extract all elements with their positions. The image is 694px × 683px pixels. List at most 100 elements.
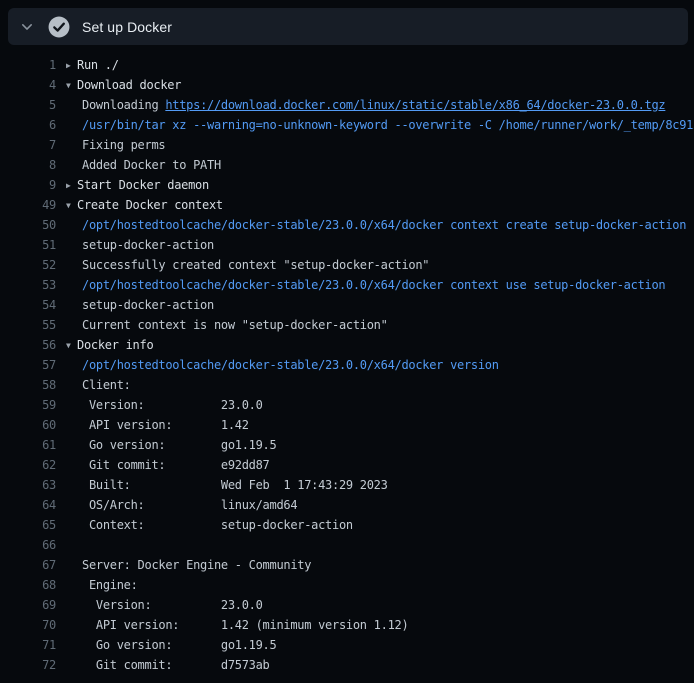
log: 1▶Run ./4▼Download docker5Downloading ht… xyxy=(0,45,694,683)
log-line: 71 Go version: go1.19.5 xyxy=(0,635,694,655)
log-text: Version: 23.0.0 xyxy=(82,598,263,612)
log-line: 62 Git commit: e92dd87 xyxy=(0,455,694,475)
log-line: 72 Git commit: d7573ab xyxy=(0,655,694,675)
line-number[interactable]: 65 xyxy=(0,515,56,535)
line-content: Git commit: d7573ab xyxy=(66,655,694,675)
line-number[interactable]: 69 xyxy=(0,595,56,615)
group-title[interactable]: Run ./ xyxy=(77,58,119,72)
log-line: 53/opt/hostedtoolcache/docker-stable/23.… xyxy=(0,275,694,295)
log-line: 70 API version: 1.42 (minimum version 1.… xyxy=(0,615,694,635)
log-line: 5 Downloading https://download.docker.com… xyxy=(0,95,694,115)
line-number[interactable]: 71 xyxy=(0,635,56,655)
caret-right-icon[interactable]: ▶ xyxy=(66,56,77,75)
line-content: Git commit: e92dd87 xyxy=(66,455,694,475)
command-text: /usr/bin/tar xz --warning=no-unknown-key… xyxy=(82,118,694,132)
line-number[interactable]: 6 xyxy=(0,115,56,135)
log-line: 60 API version: 1.42 xyxy=(0,415,694,435)
caret-down-icon[interactable]: ▼ xyxy=(66,76,77,95)
line-number[interactable]: 63 xyxy=(0,475,56,495)
line-content: API version: 1.42 (minimum version 1.12) xyxy=(66,615,694,635)
line-number[interactable]: 52 xyxy=(0,255,56,275)
log-line: 58 Client: xyxy=(0,375,694,395)
log-line[interactable]: 49 ▼Create Docker context xyxy=(0,195,694,215)
log-text: Fixing perms xyxy=(82,138,165,152)
log-line: 69 Version: 23.0.0 xyxy=(0,595,694,615)
line-number[interactable]: 54 xyxy=(0,295,56,315)
step-header[interactable]: Set up Docker xyxy=(8,8,688,45)
line-number[interactable]: 70 xyxy=(0,615,56,635)
log-line: 55 Current context is now "setup-docker-a… xyxy=(0,315,694,335)
log-line: 7 Fixing perms xyxy=(0,135,694,155)
line-content: Added Docker to PATH xyxy=(66,155,694,175)
line-content: Downloading https://download.docker.com/… xyxy=(66,95,694,115)
line-number[interactable]: 55 xyxy=(0,315,56,335)
log-line[interactable]: 1 ▶Run ./ xyxy=(0,55,694,75)
log-text: Current context is now "setup-docker-act… xyxy=(82,318,388,332)
log-text: OS/Arch: linux/amd64 xyxy=(82,498,297,512)
log-text: Git commit: e92dd87 xyxy=(82,458,270,472)
line-number[interactable]: 67 xyxy=(0,555,56,575)
line-content: Successfully created context "setup-dock… xyxy=(66,255,694,275)
line-content: Go version: go1.19.5 xyxy=(66,435,694,455)
line-number[interactable]: 50 xyxy=(0,215,56,235)
line-number[interactable]: 53 xyxy=(0,275,56,295)
log-line: 57/opt/hostedtoolcache/docker-stable/23.… xyxy=(0,355,694,375)
log-line[interactable]: 56 ▼Docker info xyxy=(0,335,694,355)
log-link[interactable]: https://download.docker.com/linux/static… xyxy=(165,98,665,112)
line-content: ▼Docker info xyxy=(66,335,694,355)
log-viewer-page: Set up Docker 1▶Run ./4▼Download docker5… xyxy=(0,0,694,683)
group-title[interactable]: Create Docker context xyxy=(77,198,223,212)
line-number[interactable]: 59 xyxy=(0,395,56,415)
log-line[interactable]: 4 ▼Download docker xyxy=(0,75,694,95)
line-number[interactable]: 9 xyxy=(0,175,56,195)
log-text: Version: 23.0.0 xyxy=(82,398,263,412)
group-title[interactable]: Docker info xyxy=(77,338,153,352)
caret-right-icon[interactable]: ▶ xyxy=(66,176,77,195)
line-content: /opt/hostedtoolcache/docker-stable/23.0.… xyxy=(66,355,694,375)
caret-down-icon[interactable]: ▼ xyxy=(66,196,77,215)
step-title: Set up Docker xyxy=(82,19,172,35)
line-content xyxy=(66,535,694,555)
group-title[interactable]: Start Docker daemon xyxy=(77,178,209,192)
line-number[interactable]: 4 xyxy=(0,75,56,95)
line-number[interactable]: 56 xyxy=(0,335,56,355)
group-title[interactable]: Download docker xyxy=(77,78,181,92)
chevron-down-icon[interactable] xyxy=(19,19,35,35)
log-line: 63 Built: Wed Feb 1 17:43:29 2023 xyxy=(0,475,694,495)
line-number[interactable]: 7 xyxy=(0,135,56,155)
line-number[interactable]: 57 xyxy=(0,355,56,375)
line-content: /usr/bin/tar xz --warning=no-unknown-key… xyxy=(66,115,694,135)
log-text: API version: 1.42 (minimum version 1.12) xyxy=(82,618,408,632)
log-text: Go version: go1.19.5 xyxy=(82,638,276,652)
line-number[interactable]: 61 xyxy=(0,435,56,455)
line-number[interactable]: 60 xyxy=(0,415,56,435)
line-content: /opt/hostedtoolcache/docker-stable/23.0.… xyxy=(66,215,694,235)
line-number[interactable]: 1 xyxy=(0,55,56,75)
line-number[interactable]: 62 xyxy=(0,455,56,475)
log-line[interactable]: 9 ▶Start Docker daemon xyxy=(0,175,694,195)
line-content: Fixing perms xyxy=(66,135,694,155)
log-text: Client: xyxy=(82,378,131,392)
line-content: Current context is now "setup-docker-act… xyxy=(66,315,694,335)
line-content: Version: 23.0.0 xyxy=(66,395,694,415)
log-line: 68 Engine: xyxy=(0,575,694,595)
line-number[interactable]: 8 xyxy=(0,155,56,175)
line-content: Context: setup-docker-action xyxy=(66,515,694,535)
line-number[interactable]: 5 xyxy=(0,95,56,115)
line-number[interactable]: 49 xyxy=(0,195,56,215)
log-text: API version: 1.42 xyxy=(82,418,249,432)
line-content: setup-docker-action xyxy=(66,235,694,255)
line-number[interactable]: 64 xyxy=(0,495,56,515)
log-line: 54setup-docker-action xyxy=(0,295,694,315)
log-text: Downloading xyxy=(82,98,165,112)
line-content: Engine: xyxy=(66,575,694,595)
line-number[interactable]: 58 xyxy=(0,375,56,395)
line-number[interactable]: 66 xyxy=(0,535,56,555)
line-content: Version: 23.0.0 xyxy=(66,595,694,615)
caret-down-icon[interactable]: ▼ xyxy=(66,336,77,355)
line-number[interactable]: 72 xyxy=(0,655,56,675)
log-text: Git commit: d7573ab xyxy=(82,658,270,672)
line-content: API version: 1.42 xyxy=(66,415,694,435)
line-number[interactable]: 68 xyxy=(0,575,56,595)
line-number[interactable]: 51 xyxy=(0,235,56,255)
